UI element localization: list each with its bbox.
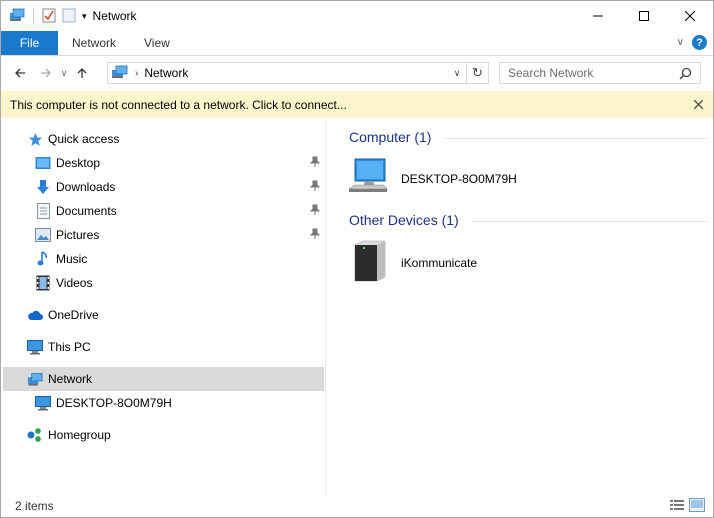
- monitor-icon: [35, 395, 51, 411]
- network-icon: [27, 371, 43, 387]
- nav-item-desktop-computer[interactable]: DESKTOP-8O0M79H: [3, 391, 324, 415]
- nav-label: Network: [48, 372, 93, 386]
- view-toggle: [669, 498, 705, 515]
- desktop-computer-icon: [348, 157, 389, 200]
- download-arrow-icon: [35, 179, 51, 195]
- network-app-icon: [9, 7, 25, 26]
- nav-label: Desktop: [56, 156, 101, 170]
- expand-ribbon-chevron-icon[interactable]: ∨: [677, 37, 684, 48]
- qat-divider: [33, 8, 34, 24]
- quick-access-toolbar: ▾: [1, 7, 87, 26]
- homegroup-icon: [27, 427, 43, 443]
- breadcrumb-chevron-icon[interactable]: ›: [135, 68, 138, 79]
- group-header-other-devices[interactable]: Other Devices (1): [349, 212, 459, 228]
- maximize-button[interactable]: [621, 1, 667, 31]
- nav-label: DESKTOP-8O0M79H: [56, 396, 172, 410]
- infobar-close-icon[interactable]: [693, 96, 704, 112]
- group-divider: [445, 138, 707, 139]
- ribbon-right-controls: ∨ ?: [677, 35, 707, 50]
- pin-icon: [309, 180, 321, 195]
- group-header-computer[interactable]: Computer (1): [349, 129, 431, 145]
- ribbon-tabs: File Network View ∨ ?: [1, 31, 713, 56]
- device-item[interactable]: iKommunicate: [349, 239, 477, 286]
- help-button[interactable]: ?: [692, 35, 707, 50]
- nav-item-documents[interactable]: Documents: [3, 199, 324, 223]
- explorer-window: ▾ Network File Network View ∨ ? ∨ › Netw…: [0, 0, 714, 518]
- window-title: Network: [92, 9, 137, 23]
- computer-item[interactable]: DESKTOP-8O0M79H: [348, 157, 517, 200]
- nav-label: OneDrive: [48, 308, 99, 322]
- nav-item-music[interactable]: Music: [3, 247, 324, 271]
- close-button[interactable]: [667, 1, 713, 31]
- tab-file[interactable]: File: [1, 31, 58, 55]
- pin-icon: [309, 204, 321, 219]
- address-bar[interactable]: › Network ∨ ↻: [107, 62, 489, 84]
- pictures-icon: [35, 227, 51, 243]
- nav-label: Videos: [56, 276, 93, 290]
- infobar-message[interactable]: This computer is not connected to a netw…: [10, 98, 347, 112]
- documents-icon: [35, 203, 51, 219]
- status-bar: 2 items: [1, 495, 713, 517]
- search-icon[interactable]: [679, 67, 692, 83]
- minimize-button[interactable]: [575, 1, 621, 31]
- nav-label: This PC: [48, 340, 91, 354]
- network-device-icon: [349, 239, 389, 286]
- content-pane: Computer (1) DESKTOP-8O0M79H Other Devic…: [327, 119, 713, 495]
- nav-label: Quick access: [48, 132, 120, 146]
- desktop-folder-icon: [35, 155, 51, 171]
- nav-label: Pictures: [56, 228, 100, 242]
- breadcrumb-network[interactable]: Network: [144, 66, 188, 80]
- music-note-icon: [35, 251, 51, 267]
- item-count: 2 items: [15, 499, 54, 513]
- nav-item-quick-access[interactable]: Quick access: [3, 127, 324, 151]
- nav-label: Homegroup: [48, 428, 111, 442]
- nav-item-this-pc[interactable]: This PC: [3, 335, 324, 359]
- recent-locations-chevron-icon[interactable]: ∨: [57, 62, 71, 84]
- nav-item-downloads[interactable]: Downloads: [3, 175, 324, 199]
- star-icon: [27, 131, 43, 147]
- new-folder-icon[interactable]: [62, 7, 76, 26]
- pin-icon: [309, 228, 321, 243]
- pin-icon: [309, 156, 321, 171]
- nav-label: Documents: [56, 204, 117, 218]
- navigation-pane: Quick access Desktop Downloads Documents: [1, 119, 326, 495]
- group-title: Computer (1): [349, 129, 432, 145]
- window-controls: [575, 1, 713, 31]
- network-discovery-infobar[interactable]: This computer is not connected to a netw…: [1, 91, 713, 118]
- details-view-icon[interactable]: [669, 498, 685, 515]
- large-icons-view-icon[interactable]: [689, 498, 705, 515]
- search-placeholder: Search Network: [508, 66, 594, 80]
- navigation-bar: ∨ › Network ∨ ↻ Search Network: [1, 59, 713, 87]
- monitor-icon: [27, 339, 43, 355]
- film-icon: [35, 275, 51, 291]
- refresh-button[interactable]: ↻: [466, 63, 488, 83]
- up-button[interactable]: [71, 62, 93, 84]
- nav-item-homegroup[interactable]: Homegroup: [3, 423, 324, 447]
- qat-customize-chevron-icon[interactable]: ▾: [82, 11, 87, 22]
- back-button[interactable]: [9, 62, 31, 84]
- title-bar: ▾ Network: [1, 1, 713, 31]
- nav-label: Downloads: [56, 180, 116, 194]
- address-dropdown-chevron-icon[interactable]: ∨: [448, 63, 466, 83]
- item-label: iKommunicate: [401, 255, 478, 270]
- nav-item-onedrive[interactable]: OneDrive: [3, 303, 324, 327]
- forward-button[interactable]: [35, 62, 57, 84]
- network-location-icon: [111, 64, 129, 83]
- nav-item-pictures[interactable]: Pictures: [3, 223, 324, 247]
- cloud-icon: [27, 307, 43, 323]
- nav-item-desktop[interactable]: Desktop: [3, 151, 324, 175]
- item-label: DESKTOP-8O0M79H: [401, 171, 517, 186]
- search-input[interactable]: Search Network: [499, 62, 701, 84]
- nav-label: Music: [56, 252, 88, 266]
- group-divider: [472, 221, 707, 222]
- tab-network[interactable]: Network: [58, 31, 130, 55]
- properties-icon[interactable]: [42, 7, 56, 26]
- nav-item-videos[interactable]: Videos: [3, 271, 324, 295]
- group-title: Other Devices (1): [349, 212, 459, 228]
- tab-view[interactable]: View: [130, 31, 184, 55]
- nav-item-network[interactable]: Network: [3, 367, 324, 391]
